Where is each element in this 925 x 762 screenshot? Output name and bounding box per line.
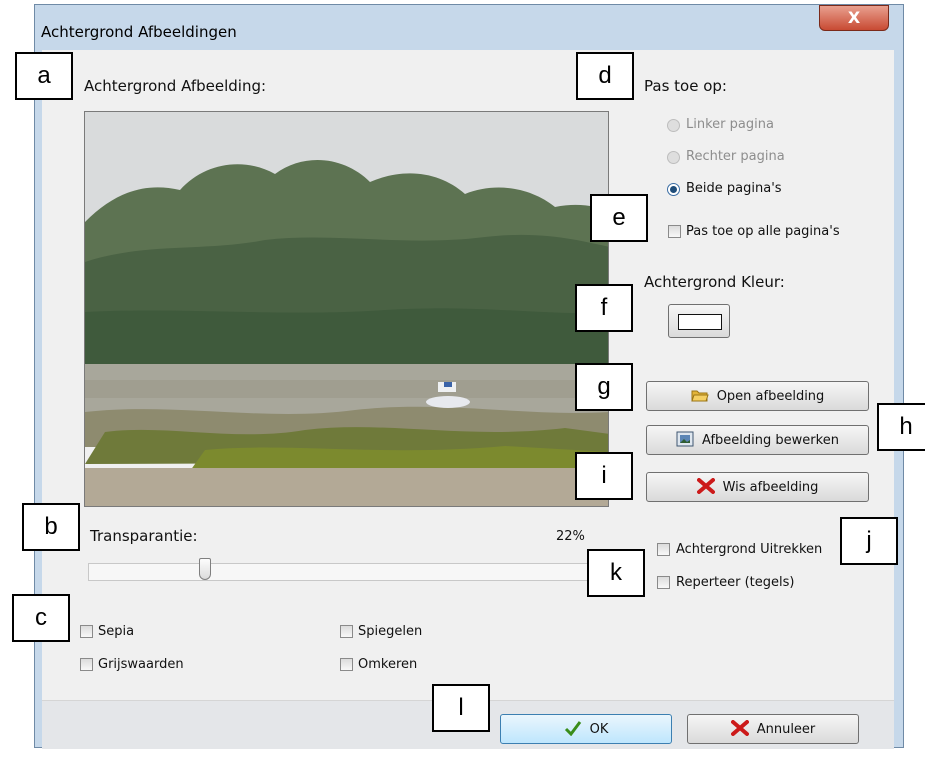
landscape-photo [85, 112, 608, 506]
invert-label: Omkeren [358, 657, 418, 672]
open-image-label: Open afbeelding [716, 388, 825, 404]
invert-checkbox[interactable] [340, 658, 353, 671]
title-bar: Achtergrond Afbeeldingen X [35, 5, 903, 55]
stretch-background-label: Achtergrond Uitrekken [676, 542, 823, 557]
background-image-preview [84, 111, 609, 507]
window-title: Achtergrond Afbeeldingen [41, 23, 237, 41]
apply-all-pages-label: Pas toe op alle pagina's [686, 224, 840, 239]
right-page-radio[interactable] [667, 151, 680, 164]
right-page-label: Rechter pagina [686, 149, 785, 164]
picture-icon [676, 431, 694, 450]
callout-h: h [877, 403, 925, 451]
transparency-slider[interactable] [88, 563, 588, 581]
grayscale-label: Grijswaarden [98, 657, 184, 672]
clear-image-button[interactable]: Wis afbeelding [646, 472, 869, 502]
close-button[interactable]: X [819, 5, 889, 31]
both-pages-radio[interactable] [667, 183, 680, 196]
callout-k: k [587, 549, 645, 597]
stretch-background-checkbox[interactable] [657, 543, 670, 556]
clear-image-label: Wis afbeelding [722, 479, 819, 495]
background-color-label: Achtergrond Kleur: [644, 273, 785, 291]
color-preview [678, 314, 722, 330]
callout-a: a [15, 52, 73, 100]
transparency-label: Transparantie: [90, 527, 198, 545]
callout-d: d [576, 52, 634, 100]
callout-c: c [12, 594, 70, 642]
open-image-button[interactable]: Open afbeelding [646, 381, 869, 411]
edit-image-button[interactable]: Afbeelding bewerken [646, 425, 869, 455]
repeat-tiles-label: Reperteer (tegels) [676, 575, 795, 590]
folder-icon [690, 387, 709, 406]
background-color-button[interactable] [668, 304, 730, 338]
checkmark-icon [564, 720, 582, 739]
callout-i: i [575, 452, 633, 500]
apply-to-label: Pas toe op: [644, 77, 727, 95]
left-page-radio[interactable] [667, 119, 680, 132]
edit-image-label: Afbeelding bewerken [702, 432, 839, 448]
ok-button[interactable]: OK [500, 714, 672, 744]
callout-b: b [22, 503, 80, 551]
background-image-label: Achtergrond Afbeelding: [84, 77, 267, 95]
transparency-value: 22% [556, 529, 585, 544]
repeat-tiles-checkbox[interactable] [657, 576, 670, 589]
apply-all-pages-checkbox[interactable] [668, 225, 681, 238]
close-icon: X [847, 8, 861, 27]
sepia-label: Sepia [98, 624, 135, 639]
cancel-button[interactable]: Annuleer [687, 714, 859, 744]
transparency-slider-thumb[interactable] [199, 558, 211, 580]
sepia-checkbox[interactable] [80, 625, 93, 638]
grayscale-checkbox[interactable] [80, 658, 93, 671]
left-page-label: Linker pagina [686, 117, 774, 132]
mirror-checkbox[interactable] [340, 625, 353, 638]
callout-g: g [575, 363, 633, 411]
callout-l: l [432, 684, 490, 732]
cancel-icon [730, 719, 749, 739]
mirror-label: Spiegelen [358, 624, 423, 639]
callout-f: f [575, 284, 633, 332]
both-pages-label: Beide pagina's [686, 181, 782, 196]
red-x-icon [696, 477, 715, 497]
ok-label: OK [589, 721, 609, 737]
callout-j: j [840, 517, 898, 565]
cancel-label: Annuleer [756, 721, 816, 737]
callout-e: e [590, 194, 648, 242]
